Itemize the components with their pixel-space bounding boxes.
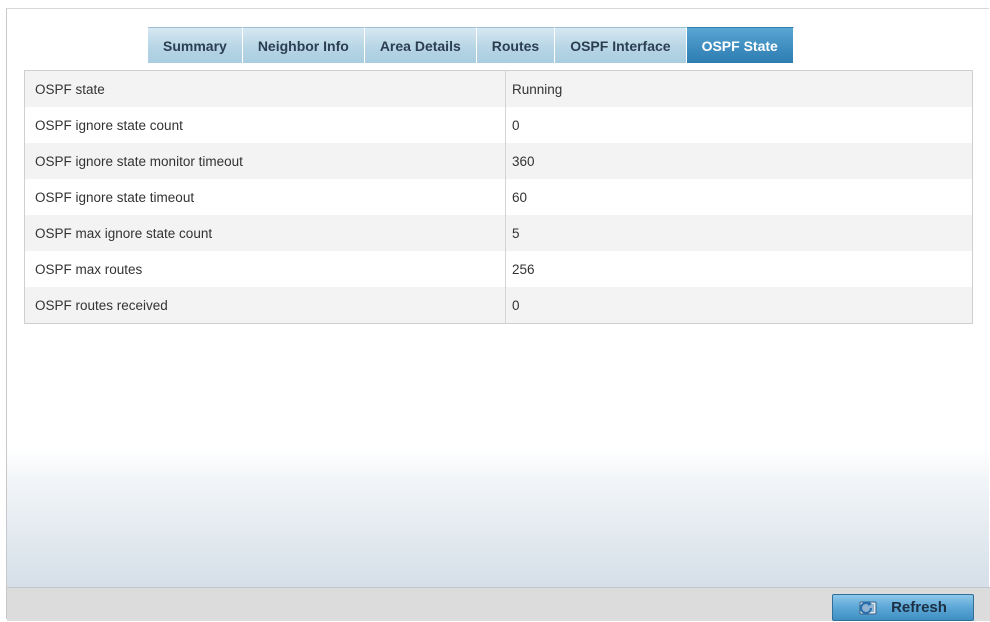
row-value: 0 bbox=[505, 107, 973, 143]
table-row: OSPF routes received 0 bbox=[24, 287, 973, 324]
ospf-panel: Summary Neighbor Info Area Details Route… bbox=[6, 8, 990, 621]
row-label: OSPF max ignore state count bbox=[24, 215, 506, 251]
row-label: OSPF ignore state count bbox=[24, 107, 506, 143]
row-value: 5 bbox=[505, 215, 973, 251]
row-label: OSPF state bbox=[24, 70, 506, 107]
table-row: OSPF ignore state count 0 bbox=[24, 107, 973, 143]
row-label: OSPF routes received bbox=[24, 287, 506, 324]
row-value: Running bbox=[505, 70, 973, 107]
tab-ospf-state[interactable]: OSPF State bbox=[686, 27, 794, 63]
footer-bar: Refresh bbox=[7, 587, 990, 621]
refresh-label: Refresh bbox=[891, 599, 947, 616]
row-label: OSPF ignore state timeout bbox=[24, 179, 506, 215]
row-value: 60 bbox=[505, 179, 973, 215]
tab-bar: Summary Neighbor Info Area Details Route… bbox=[148, 27, 794, 63]
row-value: 0 bbox=[505, 287, 973, 324]
row-label: OSPF ignore state monitor timeout bbox=[24, 143, 506, 179]
tab-ospf-interface[interactable]: OSPF Interface bbox=[555, 27, 687, 63]
row-value: 256 bbox=[505, 251, 973, 287]
ospf-state-table: OSPF state Running OSPF ignore state cou… bbox=[24, 70, 973, 324]
tab-routes[interactable]: Routes bbox=[476, 27, 556, 63]
tab-area-details[interactable]: Area Details bbox=[364, 27, 477, 63]
table-row: OSPF max ignore state count 5 bbox=[24, 215, 973, 251]
tab-summary[interactable]: Summary bbox=[148, 27, 243, 63]
row-label: OSPF max routes bbox=[24, 251, 506, 287]
table-row: OSPF max routes 256 bbox=[24, 251, 973, 287]
refresh-icon bbox=[859, 599, 881, 617]
table-row: OSPF state Running bbox=[24, 70, 973, 107]
table-row: OSPF ignore state timeout 60 bbox=[24, 179, 973, 215]
row-value: 360 bbox=[505, 143, 973, 179]
refresh-button[interactable]: Refresh bbox=[832, 594, 974, 621]
tab-neighbor-info[interactable]: Neighbor Info bbox=[242, 27, 365, 63]
table-row: OSPF ignore state monitor timeout 360 bbox=[24, 143, 973, 179]
